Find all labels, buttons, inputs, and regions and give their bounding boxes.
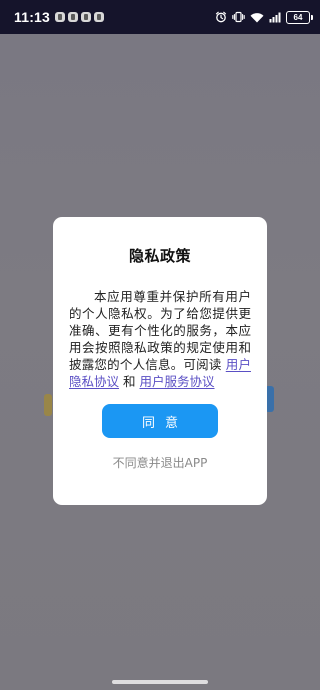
dialog-title: 隐私政策 xyxy=(128,247,191,265)
vibrate-icon xyxy=(232,11,245,23)
navigation-bar xyxy=(0,676,320,690)
privacy-policy-text: 本应用尊重并保护所有用户的个人隐私权。为了给您提供更准确、更有个性化的服务，本应… xyxy=(69,288,251,390)
disagree-exit-button[interactable]: 不同意并退出APP xyxy=(69,454,251,471)
background-decoration xyxy=(44,394,52,416)
status-right-icons: 64 xyxy=(215,10,313,24)
service-agreement-link[interactable]: 用户服务协议 xyxy=(140,374,215,389)
alarm-icon xyxy=(215,11,227,23)
app-notification-icon xyxy=(94,12,105,22)
battery-icon: 64 xyxy=(286,10,313,24)
home-gesture-handle[interactable] xyxy=(112,680,208,684)
privacy-dialog: 隐私政策 本应用尊重并保护所有用户的个人隐私权。为了给您提供更准确、更有个性化的… xyxy=(53,217,267,505)
notification-icons xyxy=(55,12,105,22)
conjunction-text: 和 xyxy=(123,374,136,389)
signal-icon xyxy=(269,12,281,23)
status-bar: 11:13 64 xyxy=(0,0,320,34)
app-notification-icon xyxy=(68,12,79,22)
wifi-icon xyxy=(250,12,264,23)
policy-body-text: 本应用尊重并保护所有用户的个人隐私权。为了给您提供更准确、更有个性化的服务，本应… xyxy=(69,289,251,372)
status-time: 11:13 xyxy=(14,9,51,25)
app-notification-icon xyxy=(55,12,66,22)
agree-button[interactable]: 同意 xyxy=(102,404,218,438)
app-notification-icon xyxy=(81,12,92,22)
